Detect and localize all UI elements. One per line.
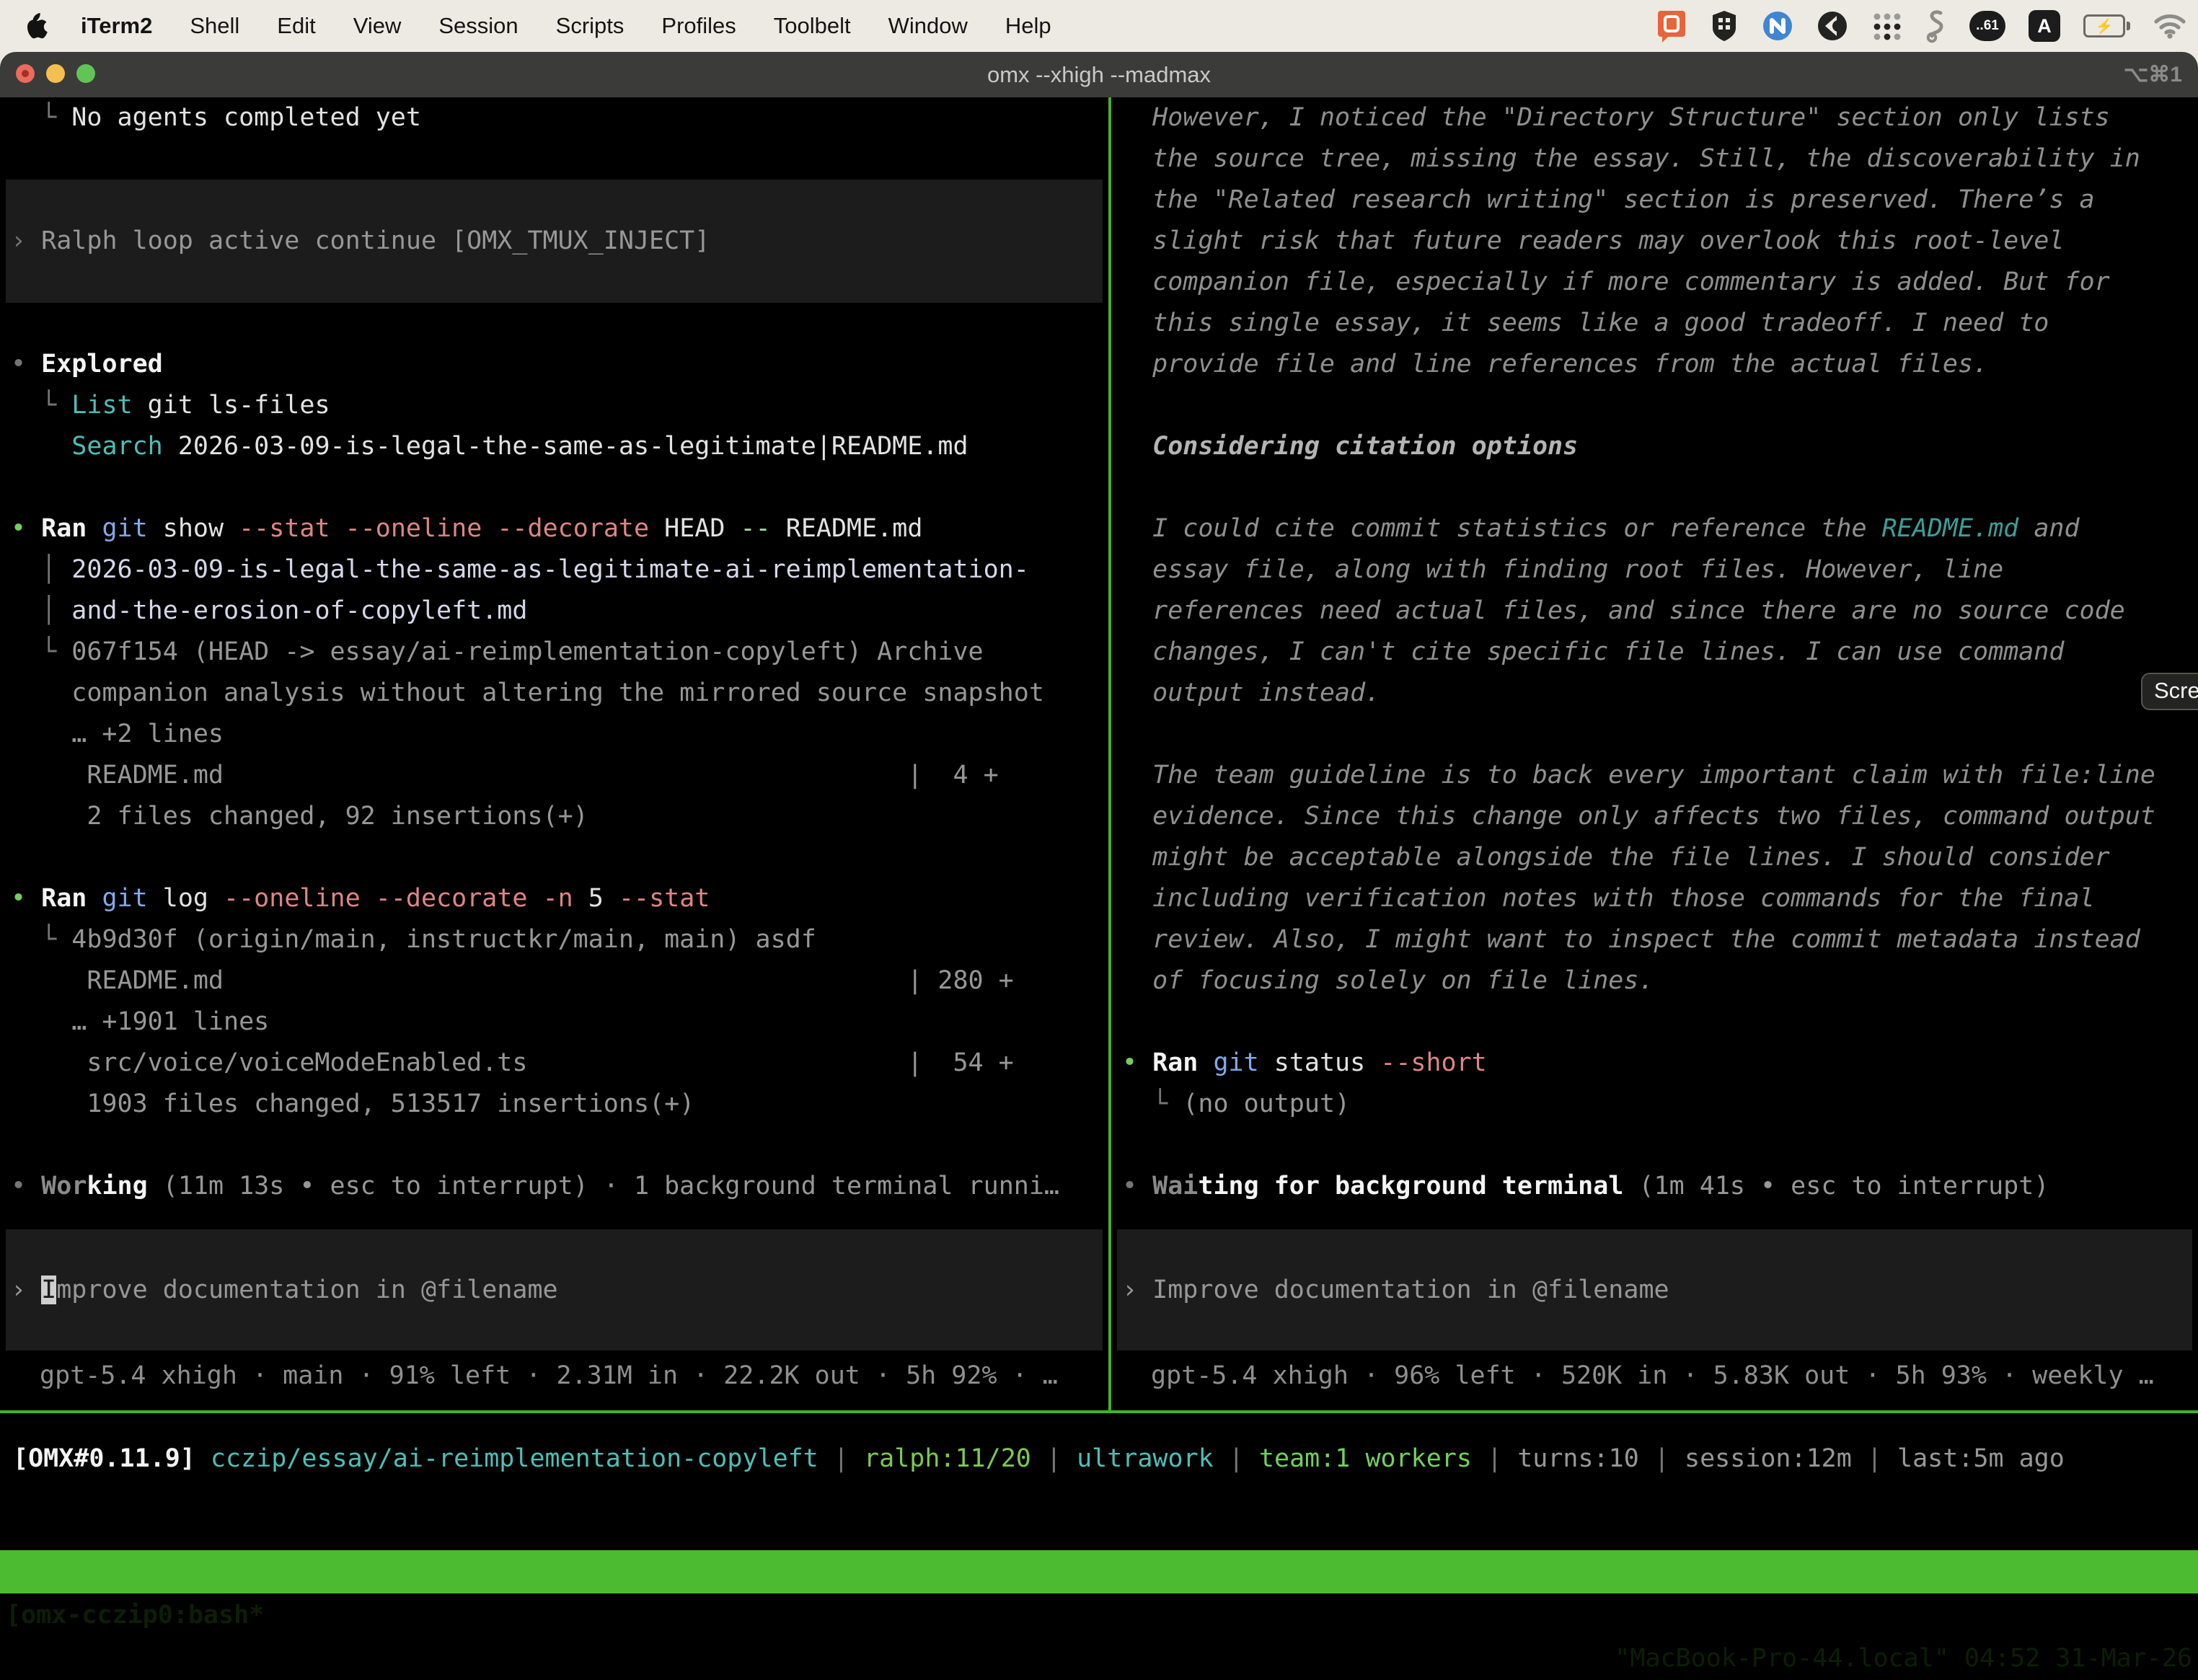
text-cursor: I xyxy=(41,1276,56,1304)
blank-row xyxy=(1111,1002,2198,1043)
window-title: omx --xhigh --madmax xyxy=(0,52,2198,97)
tool-output-row: src/voice/voiceModeEnabled.ts | 54 + xyxy=(0,1043,1108,1084)
pane-divider-horizontal[interactable] xyxy=(0,1410,2198,1413)
model-status-line-left: gpt-5.4 xhigh · main · 91% left · 2.31M … xyxy=(0,1356,1108,1397)
menu-bar: iTerm2 Shell Edit View Session Scripts P… xyxy=(0,0,2198,52)
tmux-status-bar[interactable]: [omx-cczip0:bash* "MacBook-Pro-44.local"… xyxy=(0,1550,2198,1593)
blue-badge-icon[interactable] xyxy=(1762,10,1793,42)
reasoning-row: provide file and line references from th… xyxy=(1111,344,2198,385)
reasoning-row: evidence. Since this change only affects… xyxy=(1111,796,2198,837)
command-arg-row: │ and-the-erosion-of-copyleft.md xyxy=(0,591,1108,632)
left-pane-rows: └ No agents completed yet › Ralph loop ac… xyxy=(0,97,1108,1207)
window-shortcut-badge: ⌥⌘1 xyxy=(2124,52,2182,97)
prompt-text: Improve documentation in @filename xyxy=(1152,1276,1669,1304)
prompt-input-right[interactable]: › Improve documentation in @filename xyxy=(1117,1229,2192,1350)
reasoning-row: references need actual files, and since … xyxy=(1111,591,2198,632)
menu-status-icons: ..61 A ⚡ xyxy=(1656,9,2198,43)
reasoning-row: might be acceptable alongside the file l… xyxy=(1111,837,2198,878)
prompt-chevron-icon: › xyxy=(1122,1276,1152,1304)
dots-grid-icon[interactable] xyxy=(1871,11,1902,41)
menu-items: iTerm2 Shell Edit View Session Scripts P… xyxy=(81,13,1051,39)
blank-row xyxy=(0,1125,1108,1166)
screen-tooltip: Scre xyxy=(2141,673,2198,710)
menu-item-edit[interactable]: Edit xyxy=(277,13,315,39)
tool-output-row: └ 4b9d30f (origin/main, instructkr/main,… xyxy=(0,919,1108,960)
tool-output-row: … +1901 lines xyxy=(0,1002,1108,1043)
reasoning-row: the "Related research writing" section i… xyxy=(1111,180,2198,221)
menu-item-window[interactable]: Window xyxy=(888,13,968,39)
reasoning-row: this single essay, it seems like a good … xyxy=(1111,303,2198,344)
reasoning-row: of focusing solely on file lines. xyxy=(1111,960,2198,1002)
battery-percent-app-icon[interactable]: ..61 xyxy=(1969,11,2005,41)
reasoning-row: output instead. xyxy=(1111,673,2198,714)
blank-row xyxy=(1111,1125,2198,1166)
tool-output-row: README.md | 4 + xyxy=(0,755,1108,796)
blank-row xyxy=(1111,467,2198,508)
menu-item-view[interactable]: View xyxy=(353,13,402,39)
model-status-line-right: gpt-5.4 xhigh · 96% left · 520K in · 5.8… xyxy=(1111,1356,2198,1397)
reasoning-row: changes, I can't cite specific file line… xyxy=(1111,632,2198,673)
tool-output-row: └ (no output) xyxy=(1111,1084,2198,1125)
reasoning-row: essay file, along with finding root file… xyxy=(1111,549,2198,591)
ran-command-row: • Ran git show --stat --oneline --decora… xyxy=(0,508,1108,549)
menu-item-iterm2[interactable]: iTerm2 xyxy=(81,13,152,39)
ran-command-row: • Ran git log --oneline --decorate -n 5 … xyxy=(0,878,1108,919)
menu-item-session[interactable]: Session xyxy=(438,13,518,39)
omx-session-status-row: [OMX#0.11.9] cczip/essay/ai-reimplementa… xyxy=(0,1438,2198,1480)
battery-icon[interactable]: ⚡ xyxy=(2083,14,2130,37)
right-pane-rows: However, I noticed the "Directory Struct… xyxy=(1111,97,2198,1207)
menu-item-toolbelt[interactable]: Toolbelt xyxy=(774,13,851,39)
reasoning-row: review. Also, I might want to inspect th… xyxy=(1111,919,2198,960)
ran-command-row: • Ran git status --short xyxy=(1111,1043,2198,1084)
reasoning-row: companion file, especially if more comme… xyxy=(1111,262,2198,303)
blank-row xyxy=(0,467,1108,508)
reasoning-row: I could cite commit statistics or refere… xyxy=(1111,508,2198,549)
tool-output-row: … +2 lines xyxy=(0,714,1108,755)
blank-row xyxy=(0,303,1108,344)
window-title-bar[interactable]: omx --xhigh --madmax ⌥⌘1 xyxy=(0,52,2198,97)
hook-app-icon[interactable] xyxy=(1925,9,1946,43)
blank-row xyxy=(1111,385,2198,426)
reasoning-row: However, I noticed the "Directory Struct… xyxy=(1111,97,2198,138)
tmux-host-clock: "MacBook-Pro-44.local" 04:52 31-Mar-26 xyxy=(1615,1637,2192,1680)
reasoning-row: slight risk that future readers may over… xyxy=(1111,221,2198,262)
menu-item-shell[interactable]: Shell xyxy=(190,13,239,39)
menu-item-scripts[interactable]: Scripts xyxy=(556,13,624,39)
reasoning-row: including verification notes with those … xyxy=(1111,878,2198,919)
blank-row xyxy=(1111,714,2198,755)
kaleidoscope-icon[interactable] xyxy=(1817,10,1848,42)
command-arg-row: │ 2026-03-09-is-legal-the-same-as-legiti… xyxy=(0,549,1108,591)
prompt-chevron-icon: › xyxy=(11,1276,41,1304)
tool-output-row: companion analysis without altering the … xyxy=(0,673,1108,714)
terminal-pane-right[interactable]: However, I noticed the "Directory Struct… xyxy=(1111,97,2198,1410)
explored-search-row: Search 2026-03-09-is-legal-the-same-as-l… xyxy=(0,426,1108,467)
blank-row xyxy=(0,138,1108,180)
wifi-icon[interactable] xyxy=(2153,13,2186,39)
agent-status-row: └ No agents completed yet xyxy=(0,97,1108,138)
tmux-session-name[interactable]: [omx-cczip0:bash* xyxy=(6,1593,264,1637)
input-source-icon[interactable]: A xyxy=(2029,10,2060,42)
reasoning-heading: Considering citation options xyxy=(1111,426,2198,467)
prompt-input-left[interactable]: › Improve documentation in @filename xyxy=(6,1229,1103,1350)
menu-item-profiles[interactable]: Profiles xyxy=(661,13,736,39)
tool-output-row: README.md | 280 + xyxy=(0,960,1108,1002)
blank-row xyxy=(0,837,1108,878)
prompt-text: mprove documentation in @filename xyxy=(56,1276,557,1304)
tool-output-row: 2 files changed, 92 insertions(+) xyxy=(0,796,1108,837)
reasoning-row: the source tree, missing the essay. Stil… xyxy=(1111,138,2198,180)
reasoning-row: The team guideline is to back every impo… xyxy=(1111,755,2198,796)
menu-item-help[interactable]: Help xyxy=(1005,13,1051,39)
apple-menu-icon[interactable] xyxy=(26,12,50,40)
shield-grid-icon[interactable] xyxy=(1710,9,1739,43)
explored-header: • Explored xyxy=(0,344,1108,385)
terminal-pane-left[interactable]: └ No agents completed yet › Ralph loop ac… xyxy=(0,97,1108,1410)
waiting-spinner-row: • Waiting for background terminal (1m 41… xyxy=(1111,1166,2198,1207)
explored-list-row: └ List git ls-files xyxy=(0,385,1108,426)
tool-output-row: 1903 files changed, 513517 insertions(+) xyxy=(0,1084,1108,1125)
inject-banner: › Ralph loop active continue [OMX_TMUX_I… xyxy=(6,180,1103,303)
tool-output-row: └ 067f154 (HEAD -> essay/ai-reimplementa… xyxy=(0,632,1108,673)
working-spinner-row: • Working (11m 13s • esc to interrupt) ·… xyxy=(0,1166,1108,1207)
chat-app-icon[interactable] xyxy=(1656,9,1687,43)
omx-status-bar: [OMX#0.11.9] cczip/essay/ai-reimplementa… xyxy=(0,1438,2198,1480)
